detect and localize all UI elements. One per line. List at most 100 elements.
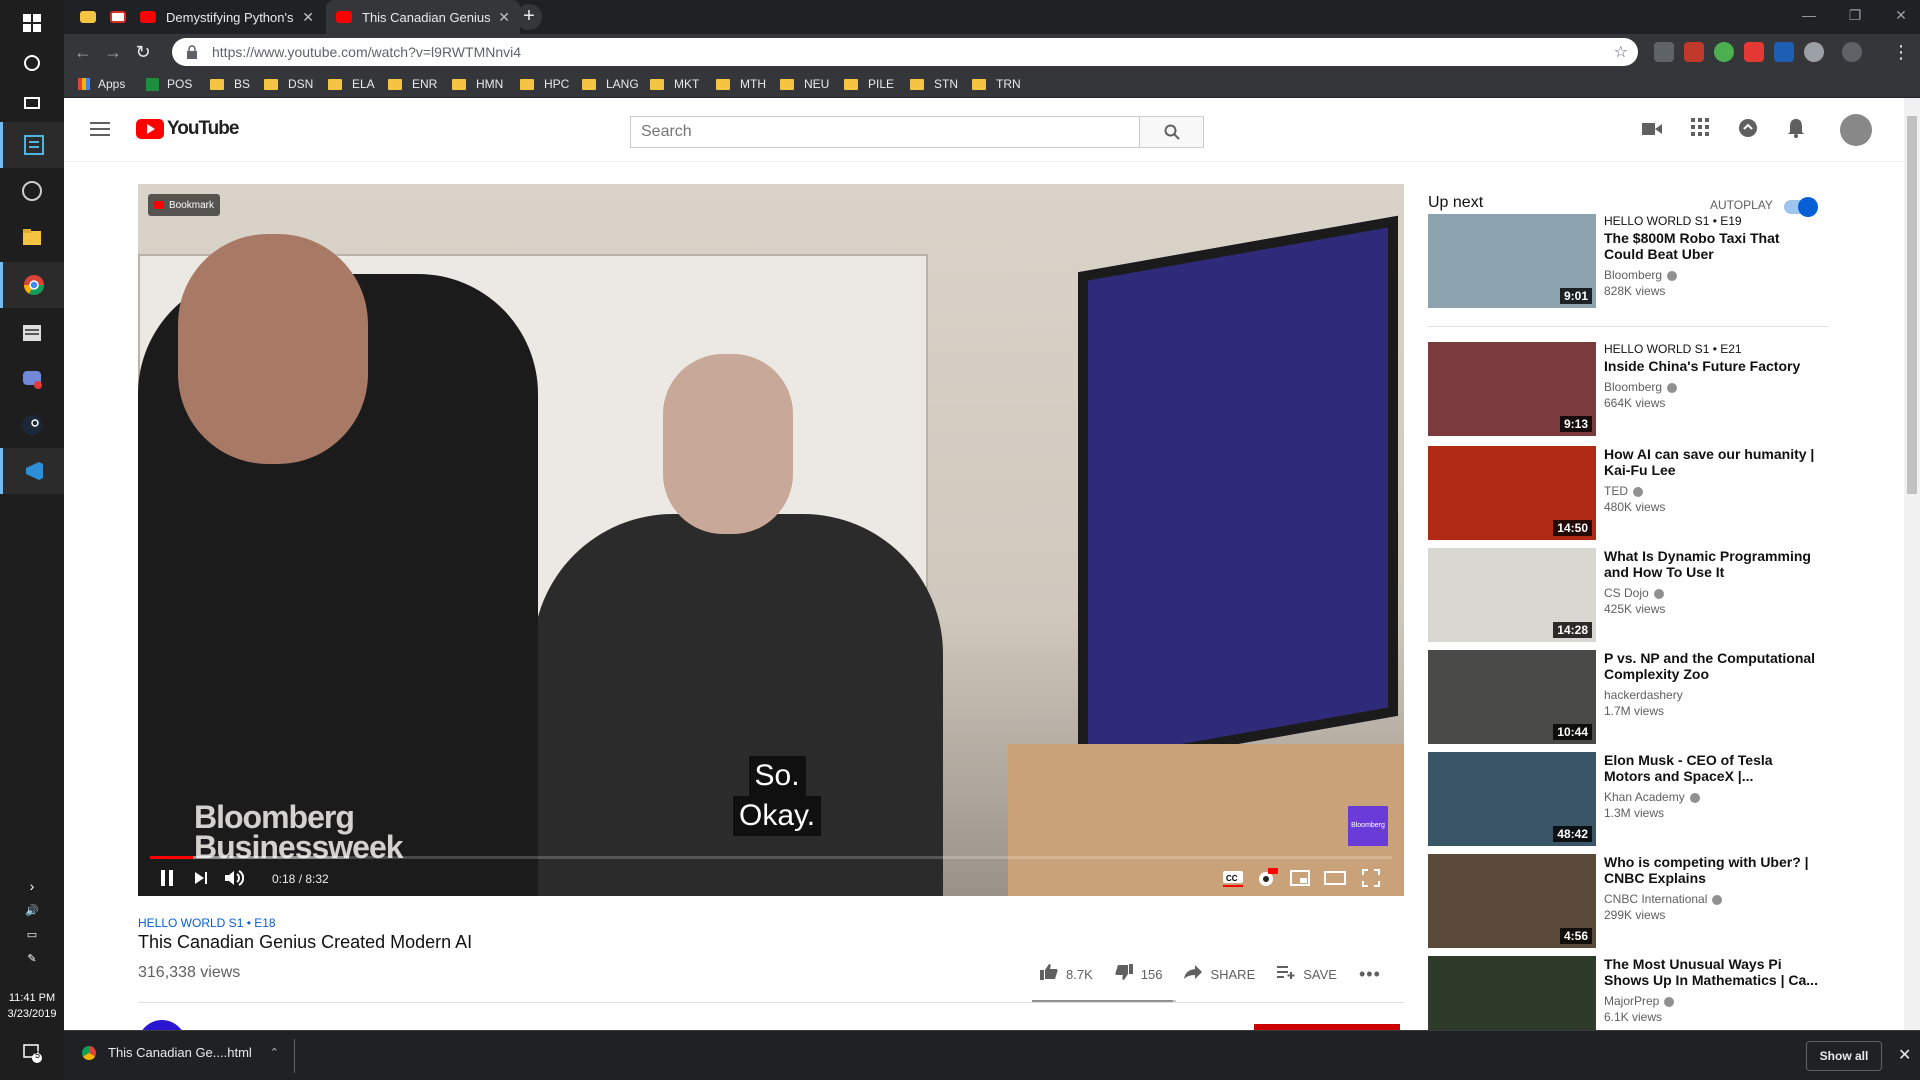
bookmark-folder-hmn[interactable]: HMN — [452, 75, 503, 93]
profile-avatar-icon[interactable] — [1842, 42, 1862, 62]
tab-close-icon[interactable]: ✕ — [302, 9, 314, 26]
dislike-button[interactable]: 156 — [1115, 964, 1162, 985]
close-window-icon[interactable]: ✕ — [1878, 0, 1920, 30]
extension-youtube-icon[interactable] — [1744, 42, 1764, 62]
discord-icon[interactable] — [0, 356, 64, 402]
vscode-icon[interactable] — [0, 448, 64, 494]
bookmark-folder-mkt[interactable]: MKT — [650, 75, 699, 93]
file-explorer-icon[interactable] — [0, 214, 64, 260]
pinned-tab-keep[interactable] — [70, 0, 104, 34]
bookmark-folder-dsn[interactable]: DSN — [264, 75, 313, 93]
autoplay-toggle[interactable] — [1784, 197, 1818, 217]
recommended-video[interactable]: 14:28 What Is Dynamic Programming and Ho… — [1428, 548, 1828, 642]
clock-date[interactable]: 3/23/2019 — [0, 1008, 64, 1020]
tab-close-icon[interactable]: ✕ — [498, 9, 510, 26]
show-hidden-icons-icon[interactable]: › — [0, 878, 64, 894]
apps-grid-icon[interactable] — [1688, 118, 1712, 142]
steam-icon[interactable] — [0, 402, 64, 448]
reload-icon[interactable]: ↻ — [130, 40, 156, 64]
close-download-bar-icon[interactable]: ✕ — [1898, 1045, 1911, 1065]
chevron-up-icon[interactable]: ⌃ — [270, 1046, 279, 1059]
address-bar[interactable]: https://www.youtube.com/watch?v=l9RWTMNn… — [172, 38, 1638, 66]
settings-button[interactable] — [1256, 866, 1278, 890]
bookmark-apps[interactable]: Apps — [78, 75, 125, 93]
recommended-video[interactable]: 48:42 Elon Musk - CEO of Tesla Motors an… — [1428, 752, 1828, 846]
notes-app-icon[interactable] — [0, 310, 64, 356]
page-scrollbar[interactable] — [1904, 98, 1920, 1030]
progress-bar[interactable] — [150, 856, 1392, 859]
bookmark-folder-pile[interactable]: PILE — [844, 75, 894, 93]
network-icon[interactable]: ▭ — [0, 928, 64, 941]
video-thumbnail[interactable]: 14:50 — [1428, 446, 1596, 540]
extension-new-icon[interactable] — [1774, 42, 1794, 62]
browser-menu-icon[interactable]: ⋮ — [1888, 40, 1914, 64]
fullscreen-button[interactable] — [1362, 866, 1380, 890]
series-tag[interactable]: HELLO WORLD S1 • E18 — [138, 916, 276, 930]
bookmark-folder-lang[interactable]: LANG — [582, 75, 639, 93]
obs-icon[interactable] — [0, 168, 64, 214]
recommended-video[interactable]: The Most Unusual Ways Pi Shows Up In Mat… — [1428, 956, 1828, 1030]
minimize-icon[interactable]: — — [1786, 0, 1832, 30]
account-avatar[interactable] — [1840, 114, 1872, 146]
app-editor-icon[interactable] — [0, 122, 64, 168]
bookmark-folder-enr[interactable]: ENR — [388, 75, 437, 93]
bookmark-chip[interactable]: Bookmark — [148, 194, 221, 216]
forward-icon[interactable]: → — [100, 40, 126, 64]
notifications-bell-icon[interactable] — [1784, 118, 1808, 142]
video-thumbnail[interactable]: 10:44 — [1428, 650, 1596, 744]
video-thumbnail[interactable] — [1428, 956, 1596, 1030]
show-all-button[interactable]: Show all — [1806, 1041, 1882, 1071]
bookmark-folder-neu[interactable]: NEU — [780, 75, 829, 93]
bookmark-folder-bs[interactable]: BS — [210, 75, 250, 93]
messages-icon[interactable] — [1736, 118, 1760, 142]
bookmark-folder-trn[interactable]: TRN — [972, 75, 1021, 93]
task-view-icon[interactable] — [0, 80, 64, 126]
recommended-video[interactable]: 14:50 How AI can save our humanity | Kai… — [1428, 446, 1828, 540]
create-video-icon[interactable] — [1640, 118, 1664, 142]
search-button[interactable] — [1139, 117, 1203, 147]
restore-icon[interactable]: ❐ — [1832, 0, 1878, 30]
video-thumbnail[interactable]: 14:28 — [1428, 548, 1596, 642]
video-thumbnail[interactable]: 9:01 — [1428, 214, 1596, 308]
bookmark-pos[interactable]: POS — [146, 75, 192, 93]
bookmark-folder-hpc[interactable]: HPC — [520, 75, 569, 93]
recommended-video[interactable]: 4:56 Who is competing with Uber? | CNBC … — [1428, 854, 1828, 948]
pen-icon[interactable]: ✎ — [0, 952, 64, 965]
save-button[interactable]: SAVE — [1277, 965, 1337, 984]
chrome-taskbar-icon[interactable] — [0, 262, 64, 308]
youtube-logo[interactable]: YouTube — [136, 118, 239, 140]
theater-mode-button[interactable] — [1324, 866, 1346, 890]
clock-time[interactable]: 11:41 PM — [0, 992, 64, 1004]
volume-icon[interactable]: 🔊 — [0, 904, 64, 917]
volume-button[interactable] — [224, 866, 244, 890]
recommended-video[interactable]: 9:13 HELLO WORLD S1 • E21 Inside China's… — [1428, 342, 1828, 436]
pinned-tab-gmail[interactable] — [100, 0, 134, 34]
share-button[interactable]: SHARE — [1184, 965, 1255, 984]
tab-python-async[interactable]: Demystifying Python's Async and ✕ — [130, 0, 324, 34]
subtitles-button[interactable]: CC — [1222, 866, 1244, 890]
bookmark-folder-mth[interactable]: MTH — [716, 75, 766, 93]
video-thumbnail[interactable]: 48:42 — [1428, 752, 1596, 846]
recommended-video[interactable]: 9:01 HELLO WORLD S1 • E19 The $800M Robo… — [1428, 214, 1828, 308]
extension-adblock-icon[interactable] — [1684, 42, 1704, 62]
video-thumbnail[interactable]: 9:13 — [1428, 342, 1596, 436]
next-button[interactable] — [194, 866, 208, 890]
like-button[interactable]: 8.7K — [1040, 964, 1093, 985]
more-actions-icon[interactable]: ••• — [1359, 964, 1381, 985]
search-input[interactable] — [631, 117, 1139, 147]
guide-menu-icon[interactable] — [90, 122, 110, 140]
miniplayer-button[interactable] — [1290, 866, 1310, 890]
back-icon[interactable]: ← — [70, 40, 96, 64]
video-thumbnail[interactable]: 4:56 — [1428, 854, 1596, 948]
extension-green-icon[interactable] — [1714, 42, 1734, 62]
tab-canadian-genius[interactable]: This Canadian Genius Created ✕ — [326, 0, 520, 34]
pause-button[interactable] — [160, 866, 174, 890]
action-center-icon[interactable]: 5 — [0, 1042, 64, 1067]
new-tab-button[interactable]: + — [516, 4, 542, 30]
bookmark-folder-ela[interactable]: ELA — [328, 75, 375, 93]
video-player[interactable]: Bookmark Bloomberg Businessweek Bloomber… — [138, 184, 1404, 896]
extension-gear-icon[interactable] — [1804, 42, 1824, 62]
extension-shield-icon[interactable] — [1654, 42, 1674, 62]
scrollbar-thumb[interactable] — [1907, 116, 1917, 494]
bookmark-folder-stn[interactable]: STN — [910, 75, 958, 93]
